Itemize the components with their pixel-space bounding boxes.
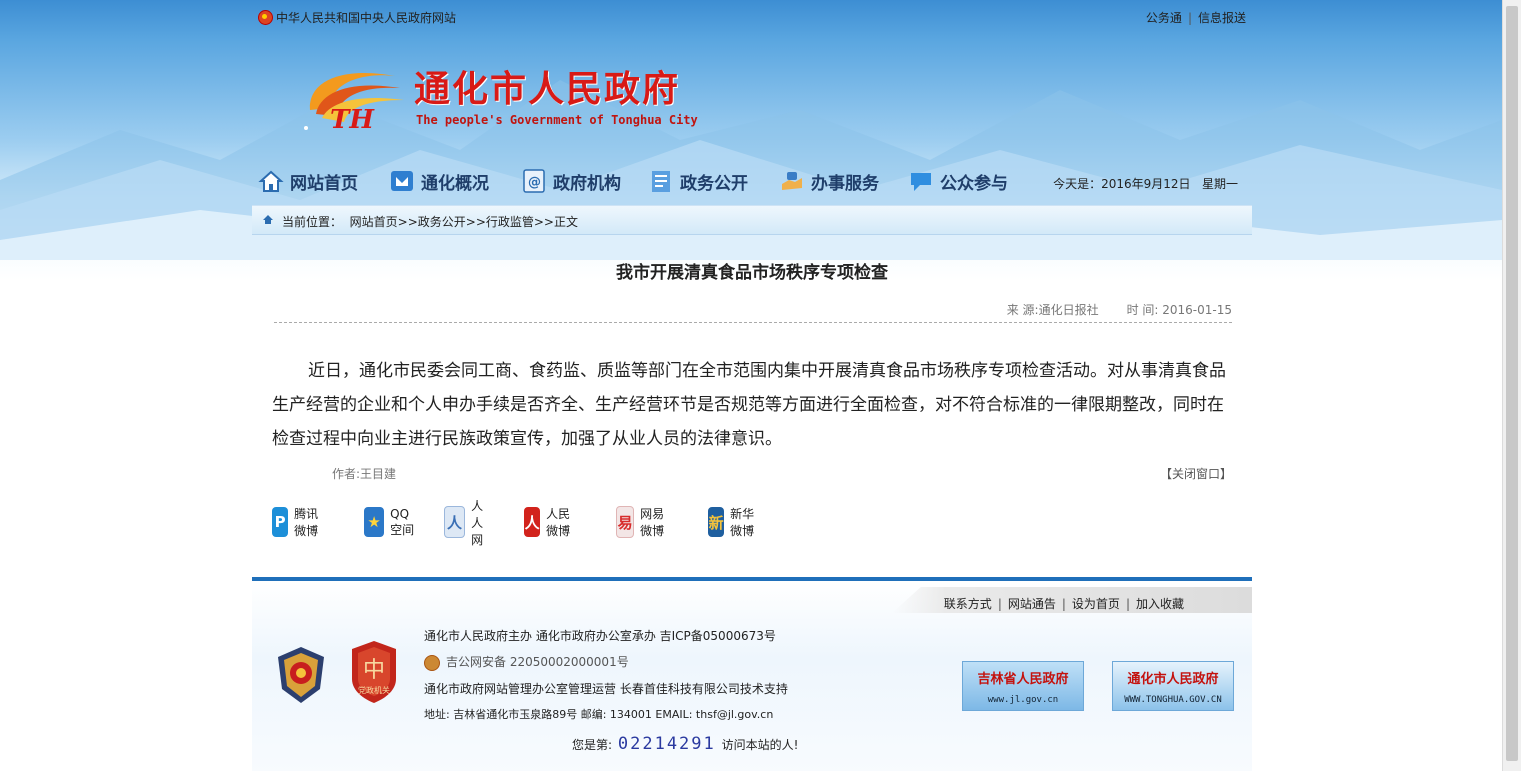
main-nav: 网站首页 通化概况 @ 政府机构 政务公开 办事服务 公众参与 今天是：2016…	[258, 164, 1252, 198]
article-author: 作者:王目建	[332, 467, 397, 481]
date-text: 今天是：2016年9月12日	[1053, 177, 1191, 191]
nav-services-label: 办事服务	[811, 173, 879, 194]
breadcrumb-home-icon	[263, 215, 273, 224]
home-icon	[258, 170, 284, 192]
site-notice-link[interactable]: 网站通告	[1008, 597, 1056, 611]
footer: 联系方式 | 网站通告 | 设为首页 | 加入收藏 中 党政机关 通化市人民政府主办 通化市…	[252, 577, 1252, 771]
tencent-weibo-icon: P	[272, 507, 289, 537]
nav-overview[interactable]: 通化概况	[389, 164, 489, 198]
share-netease-weibo[interactable]: 易 网易微博	[616, 505, 666, 539]
breadcrumb: 当前位置： 网站首页>>政务公开>>行政监管>>正文	[252, 205, 1252, 235]
svg-text:党政机关: 党政机关	[358, 685, 390, 695]
breadcrumb-path[interactable]: 网站首页>>政务公开>>行政监管>>正文	[350, 215, 578, 229]
site-logo[interactable]: TH 通化市人民政府 The people's Government of To…	[300, 60, 720, 140]
breadcrumb-text: 当前位置： 网站首页>>政务公开>>行政监管>>正文	[282, 213, 578, 230]
service-icon	[782, 172, 802, 190]
svg-text:TH: TH	[330, 105, 375, 134]
share-xinhua-weibo[interactable]: 新 新华微博	[708, 505, 756, 539]
divider: |	[1061, 597, 1066, 611]
footer-address: 地址: 吉林省通化市玉泉路89号 邮编: 134001 EMAIL: thsf@…	[424, 708, 774, 721]
footer-operator: 通化市政府网站管理办公室管理运营 长春首佳科技有限公司技术支持	[424, 682, 788, 696]
netease-weibo-icon: 易	[616, 506, 635, 538]
nav-overview-label: 通化概况	[421, 173, 489, 194]
institution-icon: @	[523, 169, 545, 193]
chat-icon	[911, 173, 931, 191]
divider	[274, 322, 1232, 323]
counter-number: 02214291	[617, 734, 716, 754]
top-right-links: 公务通 | 信息报送	[1146, 9, 1246, 26]
divider: |	[1125, 597, 1130, 611]
page: 中华人民共和国中央人民政府网站 公务通 | 信息报送 TH 通化市人民政府 The …	[0, 0, 1502, 771]
set-homepage-link[interactable]: 设为首页	[1072, 597, 1120, 611]
share-qzone[interactable]: ★ QQ空间	[364, 505, 419, 539]
scrollbar-thumb[interactable]	[1506, 6, 1518, 761]
tonghua-gov-banner[interactable]: 通化市人民政府 WWW.TONGHUA.GOV.CN	[1112, 661, 1234, 711]
gongwutong-link[interactable]: 公务通	[1146, 11, 1182, 25]
jilin-gov-banner[interactable]: 吉林省人民政府 www.jl.gov.cn	[962, 661, 1084, 711]
qzone-icon: ★	[364, 507, 385, 537]
renren-icon: 人	[444, 506, 466, 538]
share-label: QQ空间	[390, 506, 415, 537]
tonghua-logo-mark-icon: TH	[304, 73, 404, 134]
nav-services[interactable]: 办事服务	[779, 164, 879, 198]
share-people-weibo[interactable]: 人 人民微博	[524, 505, 572, 539]
article-body: 近日，通化市民委会同工商、食药监、质监等部门在全市范围内集中开展清真食品市场秩序…	[272, 361, 1226, 449]
site-title: 通化市人民政府	[414, 68, 681, 110]
article-time: 时 间: 2016-01-15	[1126, 303, 1232, 317]
article-title: 我市开展清真食品市场秩序专项检查	[616, 263, 888, 283]
nav-home[interactable]: 网站首页	[258, 164, 358, 198]
nav-institutions[interactable]: @ 政府机构	[521, 164, 621, 198]
national-emblem-icon	[258, 10, 273, 25]
weekday-text: 星期一	[1201, 177, 1238, 191]
site-subtitle: The people's Government of Tonghua City	[416, 113, 698, 127]
share-label: 网易微博	[640, 507, 665, 538]
footer-police-record[interactable]: 吉公网安备 22050002000001号	[424, 653, 629, 671]
close-window-link[interactable]: 【关闭窗口】	[1160, 465, 1232, 482]
nav-institutions-label: 政府机构	[553, 173, 621, 194]
overview-icon	[391, 171, 413, 191]
central-gov-link-label: 中华人民共和国中央人民政府网站	[276, 11, 457, 25]
share-label: 人人网	[471, 498, 484, 547]
svg-text:中: 中	[363, 658, 385, 683]
nav-gov-affairs-label: 政务公开	[680, 173, 748, 194]
divider: |	[1187, 11, 1192, 25]
top-bar: 中华人民共和国中央人民政府网站 公务通 | 信息报送	[252, 0, 1252, 34]
share-label: 人民微博	[546, 507, 571, 538]
nav-public-participation[interactable]: 公众参与	[908, 164, 1008, 198]
banner-title: 吉林省人民政府	[977, 672, 1069, 687]
nav-gov-affairs[interactable]: 政务公开	[648, 164, 748, 198]
article-source: 来 源:通化日报社	[1006, 303, 1099, 317]
central-gov-link[interactable]: 中华人民共和国中央人民政府网站	[258, 9, 456, 26]
divider: |	[997, 597, 1002, 611]
banner-url: www.jl.gov.cn	[987, 695, 1059, 705]
xinhua-weibo-icon: 新	[708, 507, 725, 537]
police-badge-icon[interactable]	[274, 645, 328, 705]
footer-links: 联系方式 | 网站通告 | 设为首页 | 加入收藏	[892, 587, 1252, 613]
date-display: 今天是：2016年9月12日 星期一	[1053, 175, 1238, 192]
info-report-link[interactable]: 信息报送	[1198, 11, 1246, 25]
visitor-counter: 您是第: 02214291 访问本站的人!	[572, 734, 798, 754]
svg-text:@: @	[528, 175, 541, 190]
nav-home-label: 网站首页	[290, 173, 358, 194]
police-record-icon	[424, 654, 440, 671]
vertical-scrollbar[interactable]	[1502, 0, 1521, 771]
footer-police-text: 吉公网安备 22050002000001号	[446, 655, 629, 669]
footer-host: 通化市人民政府主办 通化市政府办公室承办 吉ICP备05000673号	[424, 629, 776, 643]
party-gov-badge-icon[interactable]: 中 党政机关	[348, 639, 400, 705]
banner-title: 通化市人民政府	[1127, 672, 1219, 687]
share-label: 腾讯微博	[294, 507, 319, 538]
share-tencent-weibo[interactable]: P 腾讯微博	[272, 505, 320, 539]
breadcrumb-label: 当前位置：	[282, 215, 343, 229]
banner-url: WWW.TONGHUA.GOV.CN	[1124, 695, 1222, 705]
share-renren[interactable]: 人 人人网	[444, 499, 494, 547]
people-weibo-icon: 人	[524, 507, 541, 537]
share-label: 新华微博	[730, 507, 755, 538]
article-meta: 来 源:通化日报社 时 间: 2016-01-15	[252, 301, 1232, 318]
counter-suffix: 访问本站的人!	[721, 738, 799, 752]
counter-prefix: 您是第:	[572, 738, 613, 752]
contact-link[interactable]: 联系方式	[944, 597, 992, 611]
nav-public-participation-label: 公众参与	[940, 173, 1008, 194]
document-icon	[652, 171, 670, 192]
add-favorite-link[interactable]: 加入收藏	[1136, 597, 1184, 611]
